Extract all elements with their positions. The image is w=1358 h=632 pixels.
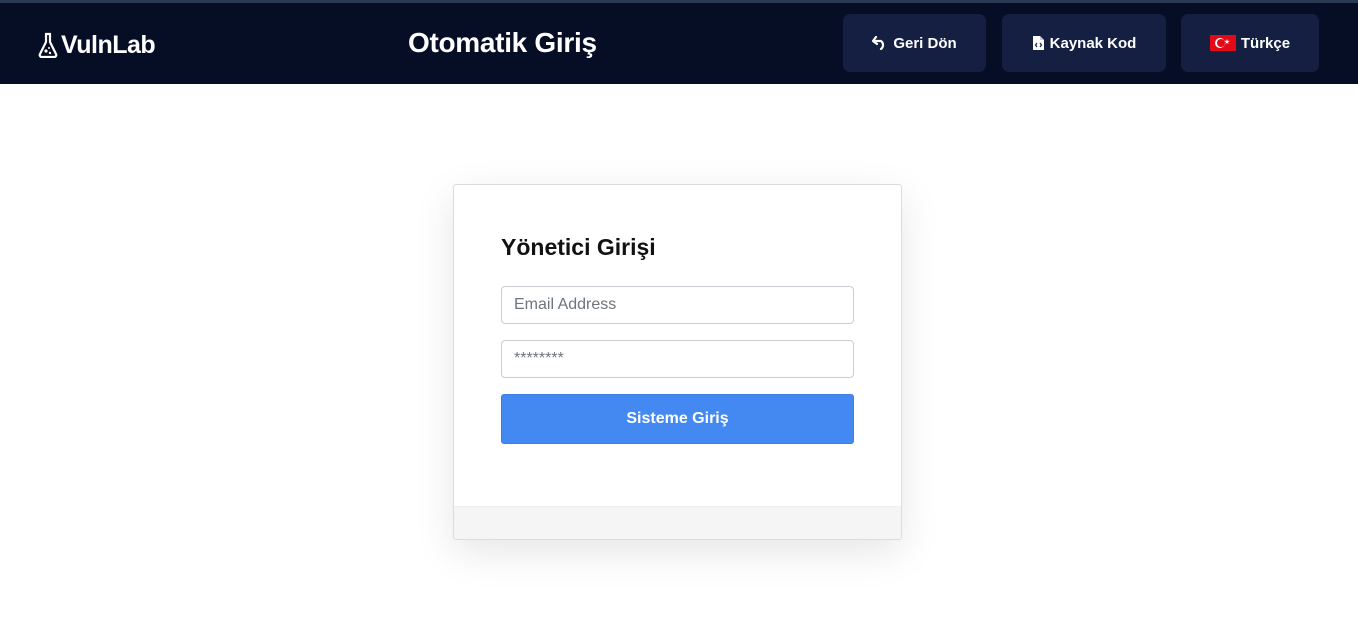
top-navbar: VulnLab Otomatik Giriş Geri Dön Kaynak K…	[0, 0, 1358, 84]
language-label: Türkçe	[1240, 34, 1291, 52]
email-field[interactable]	[501, 286, 854, 324]
language-button[interactable]: ★ Türkçe	[1181, 14, 1319, 72]
code-file-icon	[1032, 35, 1045, 51]
login-heading: Yönetici Girişi	[501, 234, 656, 260]
source-code-label: Kaynak Kod	[1049, 34, 1137, 52]
back-button[interactable]: Geri Dön	[843, 14, 986, 72]
card-footer	[454, 506, 901, 539]
back-button-label: Geri Dön	[893, 34, 957, 52]
turkey-flag-icon: ★	[1209, 35, 1236, 51]
password-field[interactable]	[501, 340, 854, 378]
brand-name: VulnLab	[61, 30, 156, 59]
flask-icon	[38, 32, 58, 58]
login-card: Yönetici Girişi Sisteme Giriş	[453, 184, 902, 540]
page-title: Otomatik Giriş	[408, 27, 597, 58]
undo-arrow-icon	[872, 36, 888, 50]
source-code-button[interactable]: Kaynak Kod	[1002, 14, 1166, 72]
login-submit-button[interactable]: Sisteme Giriş	[501, 394, 854, 444]
brand-logo[interactable]: VulnLab	[37, 30, 156, 60]
